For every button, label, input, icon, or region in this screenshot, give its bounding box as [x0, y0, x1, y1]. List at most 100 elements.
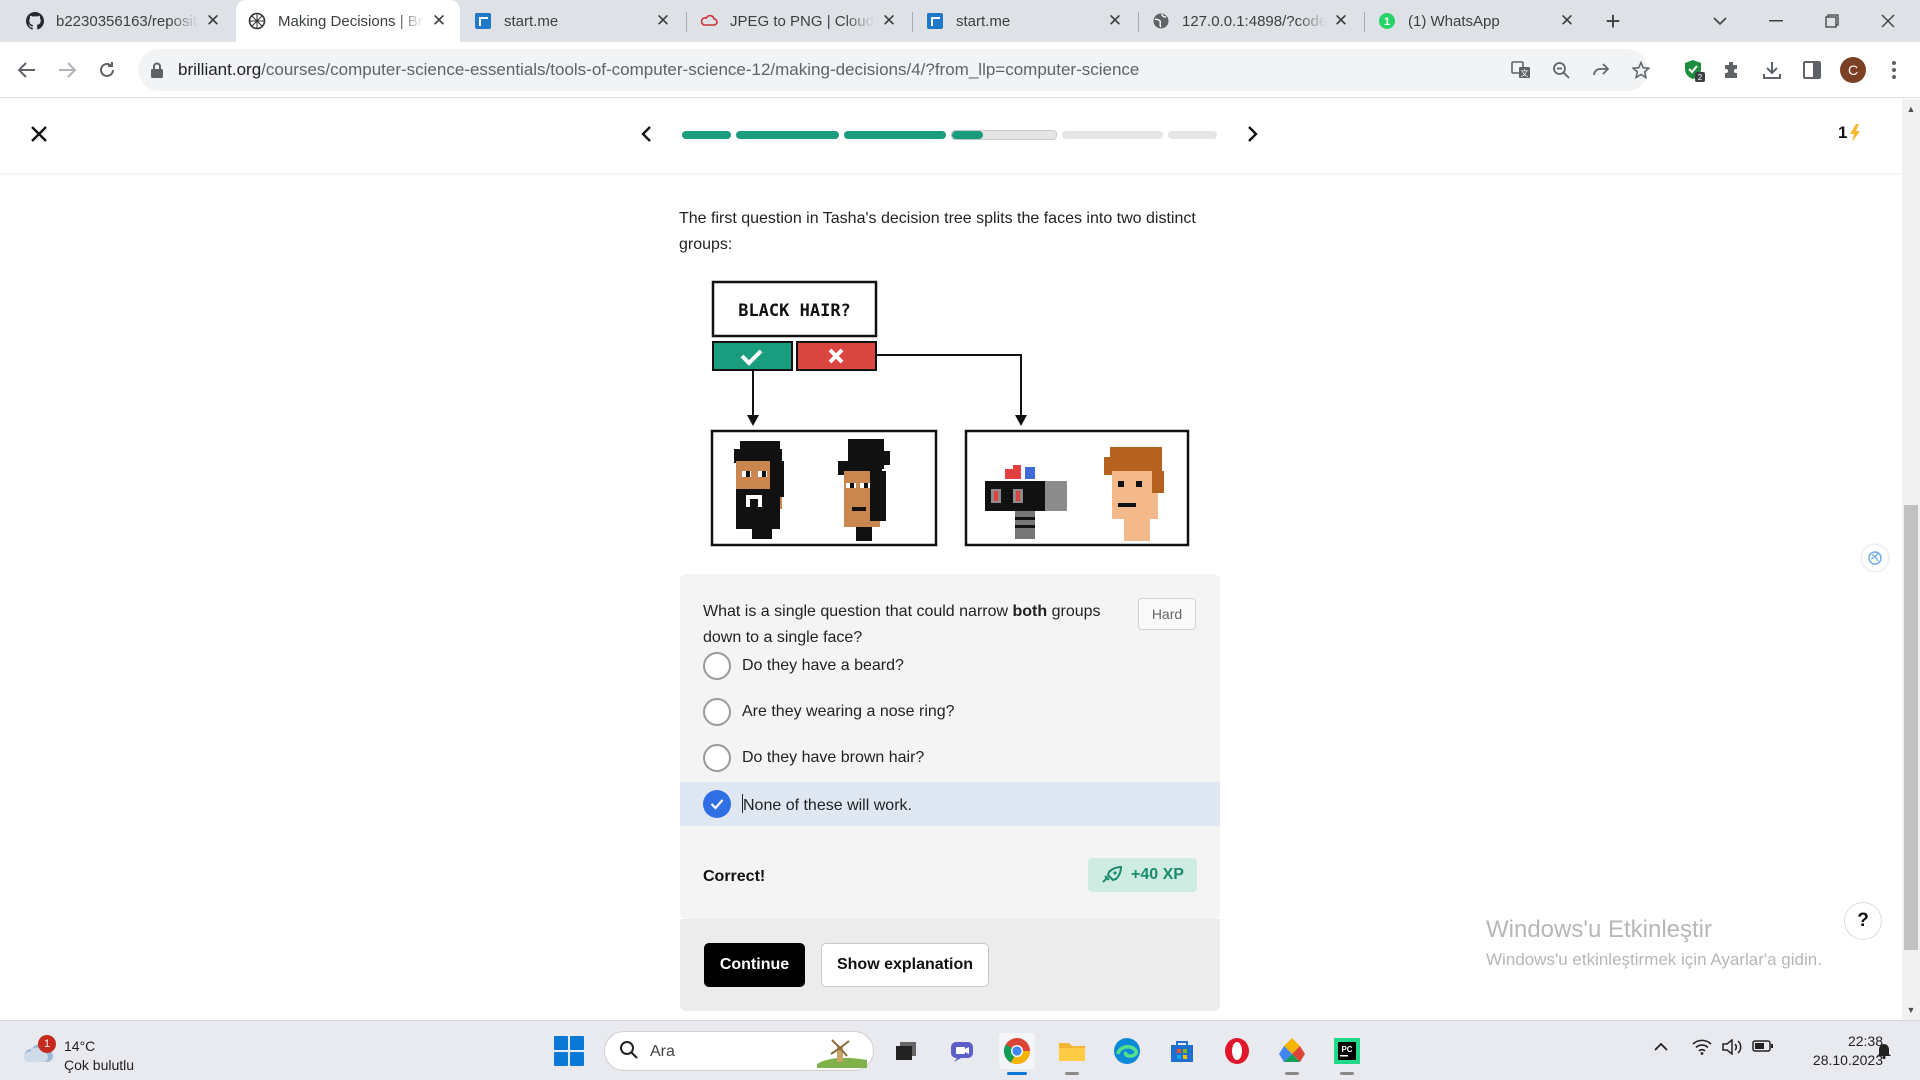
- answer-option[interactable]: Are they wearing a nose ring?: [680, 690, 1220, 734]
- kite-app-icon[interactable]: [1274, 1033, 1310, 1075]
- browser-tab[interactable]: start.me ✕: [914, 0, 1136, 42]
- radio-button[interactable]: [703, 652, 731, 680]
- opera-icon[interactable]: [1219, 1033, 1255, 1069]
- continue-button[interactable]: Continue: [704, 943, 805, 987]
- answer-label: Are they wearing a nose ring?: [742, 703, 955, 720]
- browser-tab[interactable]: 127.0.0.1:4898/?code ✕: [1140, 0, 1362, 42]
- translate-icon[interactable]: 文: [1510, 59, 1532, 81]
- pycharm-icon[interactable]: PC: [1329, 1033, 1365, 1075]
- question-text-start: What is a single question that could nar…: [703, 603, 1013, 620]
- chrome-icon[interactable]: [999, 1033, 1035, 1075]
- system-clock[interactable]: 22:38 28.10.2023: [1783, 1032, 1883, 1070]
- wifi-icon[interactable]: [1692, 1039, 1712, 1060]
- side-panel-icon[interactable]: [1796, 54, 1828, 86]
- close-tab-icon[interactable]: ✕: [430, 11, 448, 30]
- battery-icon[interactable]: [1752, 1039, 1774, 1058]
- browser-tab[interactable]: JPEG to PNG | Cloud ✕: [688, 0, 910, 42]
- close-tab-icon[interactable]: ✕: [1558, 11, 1576, 30]
- notification-bell-icon[interactable]: [1876, 1041, 1892, 1064]
- answer-option-selected[interactable]: None of these will work.: [680, 782, 1220, 826]
- face-bearded-man: [734, 441, 784, 539]
- radio-button-checked[interactable]: [703, 790, 731, 818]
- show-explanation-button[interactable]: Show explanation: [821, 943, 989, 987]
- active-app-indicator: [1007, 1072, 1027, 1075]
- extensions-puzzle-icon[interactable]: [1716, 54, 1748, 86]
- scroll-up-arrow[interactable]: ▲: [1902, 101, 1920, 117]
- close-tab-icon[interactable]: ✕: [1332, 11, 1350, 30]
- volume-icon[interactable]: [1722, 1038, 1744, 1060]
- radio-button[interactable]: [703, 698, 731, 726]
- zoom-icon[interactable]: [1550, 59, 1572, 81]
- reload-button[interactable]: [91, 54, 123, 86]
- streak-counter: 1: [1838, 123, 1861, 143]
- tab-separator: [686, 12, 687, 32]
- intro-paragraph: The first question in Tasha's decision t…: [679, 210, 1196, 253]
- windows-start-icon[interactable]: [554, 1036, 584, 1066]
- question-label: BLACK HAIR?: [738, 301, 851, 321]
- download-icon[interactable]: [1756, 54, 1788, 86]
- radio-button[interactable]: [703, 744, 731, 772]
- whatsapp-icon: 1: [1378, 12, 1396, 30]
- weather-notification-badge: 1: [38, 1035, 56, 1053]
- close-tab-icon[interactable]: ✕: [880, 11, 898, 30]
- url-path: /courses/computer-science-essentials/too…: [261, 60, 1140, 79]
- microsoft-store-icon[interactable]: [1164, 1033, 1200, 1069]
- answer-option[interactable]: Do they have a beard?: [680, 644, 1220, 688]
- tab-search-button[interactable]: [1692, 0, 1748, 42]
- extension-shield-icon[interactable]: 2: [1678, 54, 1710, 86]
- question-panel: What is a single question that could nar…: [680, 574, 1220, 919]
- back-button[interactable]: [11, 54, 43, 86]
- scrollbar-thumb[interactable]: [1904, 505, 1918, 950]
- task-view-icon[interactable]: [888, 1033, 924, 1069]
- answer-label: Do they have a beard?: [742, 657, 904, 674]
- answer-option[interactable]: Do they have brown hair?: [680, 736, 1220, 780]
- browser-tab[interactable]: b2230356163/reposit ✕: [14, 0, 234, 42]
- help-button[interactable]: ?: [1844, 902, 1882, 940]
- tray-chevron-up-icon[interactable]: [1654, 1039, 1668, 1057]
- svg-text:2: 2: [1698, 73, 1703, 82]
- tab-separator: [1364, 12, 1365, 32]
- restore-button[interactable]: [1804, 0, 1860, 42]
- previous-step-chevron-icon[interactable]: [631, 119, 661, 149]
- weather-widget[interactable]: 1 14°C Çok bulutlu: [20, 1029, 160, 1073]
- scroll-down-arrow[interactable]: ▼: [1902, 1002, 1920, 1018]
- close-tab-icon[interactable]: ✕: [204, 11, 222, 30]
- progress-segment: [736, 131, 839, 139]
- streak-count: 1: [1838, 123, 1848, 142]
- share-icon[interactable]: [1590, 59, 1612, 81]
- browser-tab[interactable]: 1 (1) WhatsApp ✕: [1366, 0, 1588, 42]
- teams-chat-icon[interactable]: [944, 1033, 980, 1069]
- browser-tab[interactable]: start.me ✕: [462, 0, 684, 42]
- taskbar-search[interactable]: Ara: [604, 1031, 874, 1071]
- forward-button[interactable]: [51, 54, 83, 86]
- profile-avatar[interactable]: C: [1840, 57, 1866, 83]
- yes-box: [712, 341, 793, 371]
- edge-icon[interactable]: [1109, 1033, 1145, 1069]
- answer-label: None of these will work.: [742, 793, 912, 815]
- lightning-icon: [1850, 124, 1861, 142]
- minimize-button[interactable]: [1748, 0, 1804, 42]
- close-window-button[interactable]: [1860, 0, 1916, 42]
- browser-tab-active[interactable]: Making Decisions | Br ✕: [236, 0, 460, 42]
- cloudconvert-icon: [700, 12, 718, 30]
- address-bar[interactable]: brilliant.org/courses/computer-science-e…: [138, 49, 1650, 91]
- progress-segment: [682, 131, 731, 139]
- startme-icon: [474, 12, 492, 30]
- progress-segment: [844, 131, 946, 139]
- tab-separator: [1138, 12, 1139, 32]
- lock-icon[interactable]: [150, 62, 164, 78]
- close-lesson-icon[interactable]: [26, 121, 52, 147]
- progress-segment-fill: [736, 131, 839, 139]
- file-explorer-icon[interactable]: [1054, 1033, 1090, 1075]
- close-tab-icon[interactable]: ✕: [1106, 11, 1124, 30]
- next-step-chevron-icon[interactable]: [1238, 119, 1268, 149]
- url-text[interactable]: brilliant.org/courses/computer-science-e…: [178, 60, 1139, 80]
- menu-kebab-icon[interactable]: [1878, 54, 1910, 86]
- new-tab-button[interactable]: +: [1598, 6, 1628, 36]
- bookmark-star-icon[interactable]: [1630, 59, 1652, 81]
- xp-amount: +40 XP: [1131, 866, 1184, 883]
- assistant-swirl-icon[interactable]: [1862, 545, 1888, 571]
- close-tab-icon[interactable]: ✕: [654, 11, 672, 30]
- running-app-indicator: [1285, 1072, 1299, 1075]
- search-placeholder: Ara: [650, 1043, 675, 1060]
